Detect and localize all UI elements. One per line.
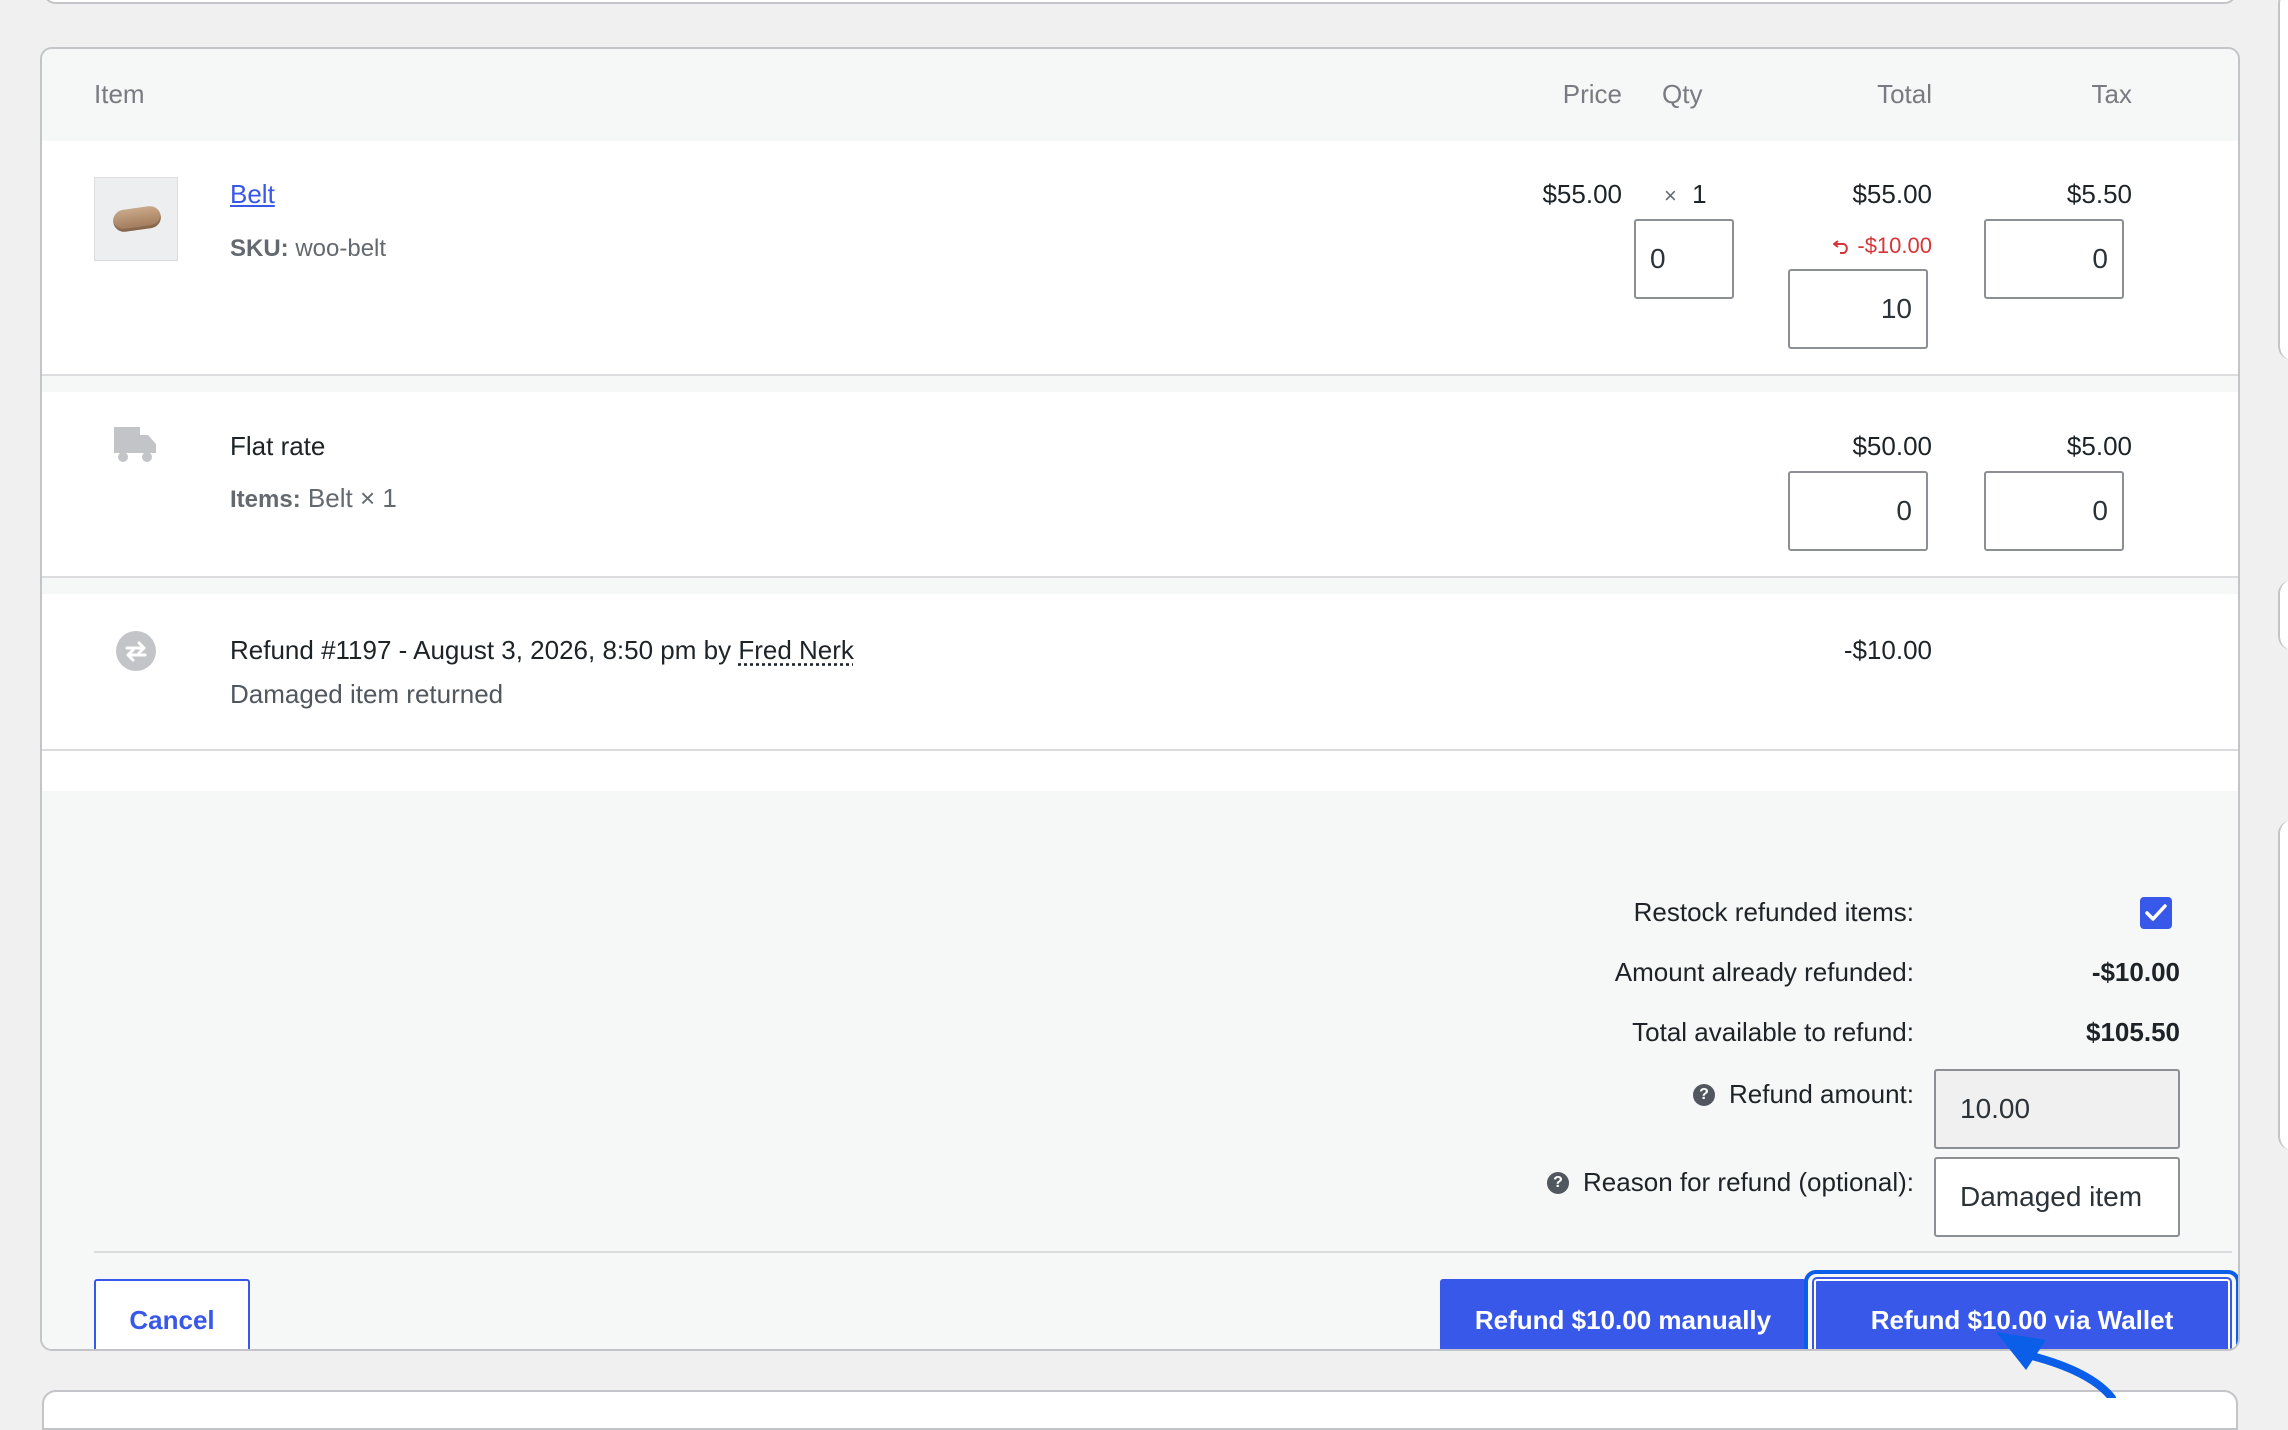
refund-entry-prefix: Refund #1197 - August 3, 2026, 8:50 pm b… (230, 635, 732, 665)
refund-entry-title: Refund #1197 - August 3, 2026, 8:50 pm b… (230, 635, 854, 666)
shipping-items-value: Belt × 1 (307, 483, 397, 513)
refund-arrows-icon (116, 631, 156, 671)
previous-panel (42, 0, 2238, 4)
refund-reason-label: Reason for refund (optional): (1583, 1167, 1914, 1197)
shipping-method-name: Flat rate (230, 431, 326, 461)
refund-qty-input[interactable]: 0 (1634, 219, 1734, 299)
item-tax: $5.50 (2066, 179, 2132, 209)
column-header-qty: Qty (1662, 79, 1703, 109)
column-header-tax: Tax (2091, 79, 2132, 109)
shipping-tax: $5.00 (2066, 431, 2132, 461)
help-icon[interactable]: ? (1692, 1083, 1715, 1106)
next-panel (42, 1390, 2238, 1430)
refund-entry-amount: -$10.00 (1843, 635, 1932, 665)
actions-divider (94, 1251, 2232, 1253)
refund-total-input[interactable]: 10 (1788, 269, 1928, 349)
checkmark-icon (2145, 904, 2167, 921)
shipping-items-label: Items: (230, 486, 301, 513)
item-total: $55.00 (1852, 179, 1932, 209)
order-items-panel: Item Price Qty Total Tax Belt SKU: woo-b… (40, 47, 2240, 1351)
restock-checkbox[interactable] (2140, 897, 2172, 929)
refund-tax-value: 0 (2092, 243, 2108, 274)
refund-qty-value: 0 (1650, 243, 1666, 274)
qty-value: 1 (1692, 179, 1707, 209)
refund-tax-input[interactable]: 0 (1984, 219, 2124, 299)
help-icon[interactable]: ? (1547, 1171, 1570, 1194)
product-link[interactable]: Belt (230, 179, 275, 210)
undo-arrow-icon (1832, 240, 1849, 254)
refund-reason-value: Damaged item (1960, 1181, 2143, 1212)
refund-manually-button[interactable]: Refund $10.00 manually (1440, 1279, 1806, 1349)
refund-reason-label-group: ? Reason for refund (optional): (1547, 1167, 1914, 1198)
qty-prefix: × (1664, 183, 1677, 208)
shipping-refund-tax-input[interactable]: 0 (1984, 471, 2124, 551)
cancel-button[interactable]: Cancel (94, 1279, 250, 1349)
item-quantity: × 1 (1664, 179, 1707, 210)
restock-label: Restock refunded items: (1633, 897, 1914, 927)
sku-label: SKU: (230, 235, 289, 262)
already-refunded-label: Amount already refunded: (1614, 957, 1914, 987)
shipping-refund-tax-value: 0 (2092, 495, 2108, 526)
sku-value: woo-belt (295, 235, 387, 262)
refunded-value: -$10.00 (1857, 233, 1932, 258)
shipping-total: $50.00 (1852, 431, 1932, 461)
section-gap (42, 376, 2238, 392)
refund-amount-label-group: ? Refund amount: (1692, 1079, 1914, 1110)
refund-amount-label: Refund amount: (1728, 1079, 1914, 1109)
section-gap (42, 578, 2238, 594)
truck-icon (114, 427, 156, 462)
shipping-refund-total-value: 0 (1896, 495, 1912, 526)
arrow-icon (1996, 1332, 2116, 1398)
item-price: $55.00 (1542, 179, 1622, 209)
refund-total-value: 10 (1880, 293, 1912, 324)
refund-author[interactable]: Fred Nerk (738, 635, 854, 665)
already-refunded-value: -$10.00 (2091, 957, 2180, 987)
shipping-items: Items: Belt × 1 (230, 483, 397, 514)
product-sku: SKU: woo-belt (230, 235, 386, 263)
available-refund-value: $105.50 (2086, 1017, 2180, 1047)
shipping-refund-total-input[interactable]: 0 (1788, 471, 1928, 551)
available-refund-label: Total available to refund: (1632, 1017, 1914, 1047)
refund-amount-input[interactable]: 10.00 (1934, 1069, 2180, 1149)
refund-panel: Restock refunded items: Amount already r… (42, 791, 2238, 1349)
sidebar-panel-edge (2278, 820, 2288, 1150)
column-header-item: Item (94, 79, 145, 109)
sidebar-panel-edge (2278, 580, 2288, 650)
refund-reason-input[interactable]: Damaged item (1934, 1157, 2180, 1237)
refund-entry-reason: Damaged item returned (230, 679, 504, 709)
row-divider (42, 749, 2238, 751)
column-header-total: Total (1877, 79, 1932, 109)
column-header-price: Price (1562, 79, 1622, 109)
product-thumbnail[interactable] (94, 177, 178, 261)
item-refunded-amount: -$10.00 (1832, 233, 1932, 259)
refund-amount-value: 10.00 (1960, 1093, 2031, 1124)
table-header: Item Price Qty Total Tax (42, 49, 2238, 141)
sidebar-panel-edge (2278, 0, 2288, 360)
